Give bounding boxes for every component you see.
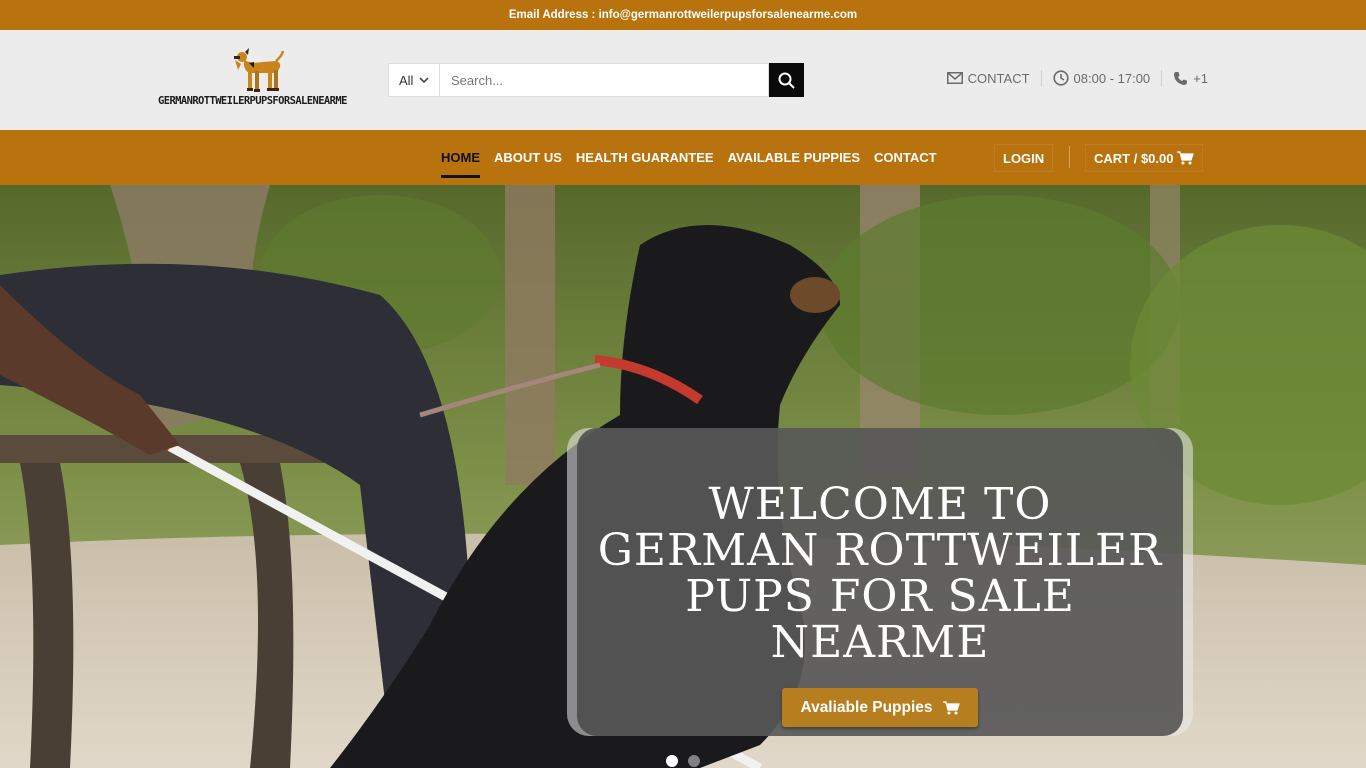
header-contact-label: CONTACT <box>967 70 1030 86</box>
search-input[interactable] <box>440 63 769 97</box>
search-category-select[interactable]: All <box>388 63 440 97</box>
slider-dot-2[interactable] <box>688 755 700 767</box>
topbar: Email Address : info@germanrottweilerpup… <box>0 0 1366 30</box>
available-puppies-button[interactable]: Avaliable Puppies <box>782 688 978 727</box>
main-nav: HOME ABOUT US HEALTH GUARANTEE AVAILABLE… <box>0 130 1366 185</box>
cart-button[interactable]: CART / $0.00 <box>1085 144 1204 172</box>
divider <box>1040 70 1042 86</box>
hero-title: WELCOME TO GERMAN ROTTWEILER PUPS FOR SA… <box>597 479 1163 668</box>
login-button[interactable]: LOGIN <box>994 144 1054 172</box>
nav-item-about-us[interactable]: ABOUT US <box>494 130 562 185</box>
dog-logo-icon <box>234 48 284 92</box>
envelope-icon <box>946 72 963 84</box>
nav-item-health-guarantee[interactable]: HEALTH GUARANTEE <box>576 130 714 185</box>
nav-item-home[interactable]: HOME <box>441 130 480 185</box>
header-hours-label: 08:00 - 17:00 <box>1073 70 1151 86</box>
header-phone-label: +1 <box>1193 70 1208 86</box>
search-icon <box>778 72 795 89</box>
search-button[interactable] <box>769 63 804 97</box>
topbar-email[interactable]: Email Address : info@germanrottweilerpup… <box>509 9 857 21</box>
search-bar: All <box>388 63 804 97</box>
logo-text: GERMANROTTWEILERPUPSFORSALENEARME <box>158 95 347 107</box>
cart-label: CART / $0.00 <box>1094 150 1174 166</box>
slider-dot-1[interactable] <box>666 755 678 767</box>
cart-icon <box>1177 151 1195 165</box>
divider <box>1069 146 1070 168</box>
nav-menu: HOME ABOUT US HEALTH GUARANTEE AVAILABLE… <box>441 130 937 185</box>
clock-icon <box>1052 70 1069 86</box>
available-puppies-label: Avaliable Puppies <box>800 698 933 716</box>
cart-icon <box>942 700 960 714</box>
chevron-down-icon <box>419 77 429 84</box>
phone-icon <box>1174 71 1188 85</box>
header-hours: 08:00 - 17:00 <box>1052 70 1151 86</box>
header-links: CONTACT 08:00 - 17:00 +1 <box>946 70 1208 86</box>
header: GERMANROTTWEILERPUPSFORSALENEARME All CO… <box>0 30 1366 130</box>
divider <box>1161 70 1163 86</box>
hero-slider: WELCOME TO GERMAN ROTTWEILER PUPS FOR SA… <box>0 185 1366 768</box>
header-phone-link[interactable]: +1 <box>1173 71 1208 86</box>
nav-item-available-puppies[interactable]: AVAILABLE PUPPIES <box>728 130 860 185</box>
header-contact-link[interactable]: CONTACT <box>946 70 1030 86</box>
nav-item-contact[interactable]: CONTACT <box>874 130 937 185</box>
site-logo[interactable]: GERMANROTTWEILERPUPSFORSALENEARME <box>158 48 358 114</box>
search-category-label: All <box>399 72 414 88</box>
